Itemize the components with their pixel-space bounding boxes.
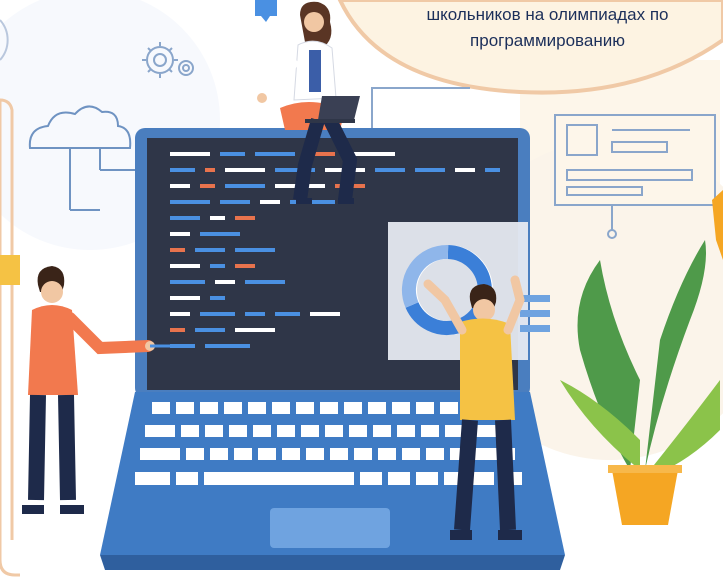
illustration-scene	[0, 0, 723, 577]
tag-icon	[0, 255, 20, 285]
chat-bubble-icon	[255, 0, 277, 22]
